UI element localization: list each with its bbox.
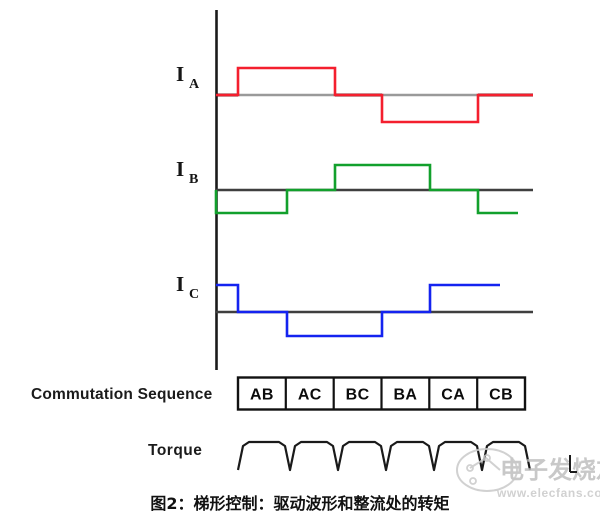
commutation-cell-cb[interactable]: CB	[489, 387, 513, 404]
torque-label: Torque	[148, 442, 202, 459]
commutation-cell-ab[interactable]: AB	[250, 387, 274, 404]
commutation-cell-bc[interactable]: BC	[346, 387, 370, 404]
commutation-cell-ba[interactable]: BA	[393, 387, 417, 404]
phase-b-label: I	[176, 157, 184, 181]
trapezoidal-control-figure: I A I B I C Commutation Sequence AB AC B…	[0, 0, 600, 517]
commutation-cell-ac[interactable]: AC	[298, 387, 322, 404]
phase-a-label: I	[176, 62, 184, 86]
phase-c-label: I	[176, 272, 184, 296]
phase-a-label-subscript: A	[189, 77, 200, 92]
figure-background	[0, 0, 600, 517]
watermark-brand-text: 电子发烧友	[500, 456, 600, 484]
phase-c-label-subscript: C	[189, 287, 199, 302]
figure-caption: 图2：梯形控制：驱动波形和整流处的转矩	[150, 494, 449, 513]
phase-b-label-subscript: B	[189, 172, 198, 187]
commutation-sequence-title: Commutation Sequence	[31, 386, 213, 403]
watermark-url-text: www.elecfans.com	[496, 486, 600, 500]
commutation-cell-ca[interactable]: CA	[441, 387, 465, 404]
